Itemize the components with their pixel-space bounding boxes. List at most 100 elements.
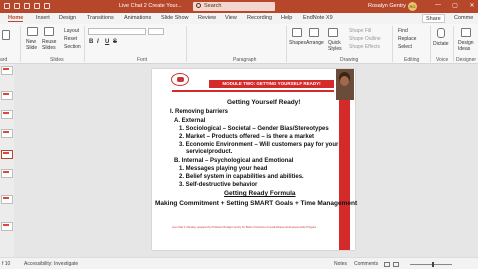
shape-effects-button[interactable]: Shape Effects	[349, 44, 380, 50]
shape-outline-button[interactable]: Shape Outline	[349, 36, 381, 42]
outline-line[interactable]: A. External	[174, 118, 205, 124]
tab-insert[interactable]: Insert	[36, 15, 50, 21]
reuse-slides-icon[interactable]	[44, 27, 54, 36]
quick-access-toolbar	[4, 3, 50, 9]
presenter-photo	[336, 69, 354, 100]
tab-review[interactable]: Review	[198, 15, 216, 21]
document-title: Live Chat 2 Create Your...	[119, 3, 182, 9]
slide-thumbnail[interactable]	[1, 169, 13, 178]
design-ideas-icon[interactable]	[461, 28, 471, 37]
bold-button[interactable]: B	[89, 39, 93, 45]
notes-button[interactable]: Notes	[334, 261, 347, 267]
tab-recording[interactable]: Recording	[247, 15, 272, 21]
title-underline-rule	[172, 90, 334, 92]
shape-fill-button[interactable]: Shape Fill	[349, 28, 371, 34]
font-name-field[interactable]	[88, 28, 146, 35]
quick-styles-label-2: Styles	[328, 46, 342, 52]
arrange-icon[interactable]	[309, 28, 319, 37]
new-slide-icon[interactable]	[27, 27, 38, 36]
outline-line[interactable]: 3. Self-destructive behavior	[179, 182, 257, 188]
ribbon: ard New Slide Reuse Slides Layout Reset …	[0, 24, 478, 64]
arrange-button[interactable]: Arrange	[306, 40, 324, 46]
slide-footer[interactable]: Live Chat 2: Monday, prepared by Profess…	[172, 226, 316, 229]
user-name[interactable]: Rosalyn Gentry	[368, 3, 406, 9]
comments-button[interactable]: Comme	[454, 14, 473, 23]
outline-line[interactable]: 3. Economic Environment – Will customers…	[179, 142, 338, 148]
section-button[interactable]: Section	[64, 44, 81, 50]
formula-text[interactable]: Making Commitment + Setting SMART Goals …	[155, 200, 357, 207]
formula-heading[interactable]: Getting Ready Formula	[224, 190, 296, 197]
save-icon[interactable]	[14, 3, 20, 9]
avatar[interactable]: RG	[408, 2, 417, 11]
slide-thumbnail[interactable]	[1, 110, 13, 119]
slide-title[interactable]: Getting Yourself Ready!	[227, 99, 300, 106]
divider	[20, 26, 21, 62]
slide-thumbnails-panel[interactable]	[0, 64, 14, 257]
share-button[interactable]: Share	[422, 14, 445, 23]
dictate-button[interactable]: Dictate	[433, 41, 449, 47]
tab-transitions[interactable]: Transitions	[87, 15, 114, 21]
strikethrough-button[interactable]: S	[113, 39, 117, 45]
redo-icon[interactable]	[34, 3, 40, 9]
reset-button[interactable]: Reset	[64, 36, 77, 42]
shapes-icon[interactable]	[292, 28, 302, 37]
zoom-slider-thumb[interactable]	[432, 262, 435, 267]
divider	[286, 26, 287, 62]
comments-status-button[interactable]: Comments	[354, 261, 378, 267]
tab-home[interactable]: Home	[8, 15, 24, 22]
paste-icon[interactable]	[2, 30, 10, 40]
new-slide-label-2: Slide	[26, 45, 38, 51]
module-banner: MODULE TWO: GETTING YOURSELF READY!	[209, 80, 334, 88]
underline-button[interactable]: U	[105, 39, 109, 45]
status-bar: f 10 Accessibility: Investigate Notes Co…	[0, 257, 478, 269]
window-controls: — ▢ ✕	[434, 2, 476, 9]
slide-thumbnail[interactable]	[1, 91, 13, 100]
find-button[interactable]: Find	[398, 28, 408, 34]
outline-line[interactable]: 2. Market – Products offered – is there …	[179, 134, 314, 140]
tab-animations[interactable]: Animations	[124, 15, 151, 21]
slide-thumbnail[interactable]	[1, 129, 13, 138]
slide-canvas[interactable]: MODULE TWO: GETTING YOURSELF READY! Gett…	[152, 69, 357, 250]
ribbon-tabs: Home Insert Design Transitions Animation…	[0, 13, 478, 24]
slide-thumbnail[interactable]	[1, 195, 13, 204]
restore-button[interactable]: ▢	[451, 2, 459, 9]
slide-thumbnail-selected[interactable]	[1, 150, 13, 159]
italic-button[interactable]: I	[97, 39, 99, 45]
slide-thumbnail[interactable]	[1, 222, 13, 231]
drawing-group-label: Drawing	[340, 57, 359, 63]
quick-styles-icon[interactable]	[328, 28, 338, 37]
accessibility-status[interactable]: Accessibility: Investigate	[24, 261, 78, 267]
replace-button[interactable]: Replace	[398, 36, 416, 42]
autosave-icon[interactable]	[4, 3, 10, 9]
font-group-label: Font	[137, 57, 148, 63]
undo-icon[interactable]	[24, 3, 30, 9]
search-input[interactable]: Search	[193, 2, 275, 11]
start-from-beginning-icon[interactable]	[44, 3, 50, 9]
outline-line[interactable]: 1. Messages playing your head	[179, 166, 267, 172]
outline-line[interactable]: service/product.	[186, 149, 232, 155]
font-size-field[interactable]	[148, 28, 164, 35]
minimize-button[interactable]: —	[434, 2, 442, 9]
outline-line[interactable]: B. Internal – Psychological and Emotiona…	[174, 158, 293, 164]
designer-group-label: Designer	[456, 57, 477, 63]
layout-button[interactable]: Layout	[64, 28, 79, 34]
tab-view[interactable]: View	[225, 15, 237, 21]
tab-help[interactable]: Help	[281, 15, 292, 21]
design-ideas-label-2: Ideas	[458, 46, 471, 52]
tab-slide-show[interactable]: Slide Show	[161, 15, 189, 21]
slide-sorter-icon[interactable]	[393, 262, 399, 267]
outline-line[interactable]: 2. Belief system in capabilities and abi…	[179, 174, 304, 180]
zoom-slider[interactable]	[410, 264, 452, 265]
outline-line[interactable]: 1. Sociological – Societal – Gender Bias…	[179, 126, 329, 132]
title-bar: Live Chat 2 Create Your... Search Rosaly…	[0, 0, 478, 13]
tab-endnote[interactable]: EndNote X9	[303, 15, 333, 21]
slides-group-label: Slides	[50, 57, 64, 63]
close-button[interactable]: ✕	[468, 2, 476, 9]
normal-view-icon[interactable]	[384, 262, 390, 267]
outline-line[interactable]: I. Removing barriers	[170, 109, 228, 115]
slide-thumbnail[interactable]	[1, 66, 13, 75]
shapes-button[interactable]: Shapes	[289, 40, 306, 46]
tab-design[interactable]: Design	[59, 15, 76, 21]
select-button[interactable]: Select	[398, 44, 412, 50]
microphone-icon[interactable]	[437, 28, 445, 38]
